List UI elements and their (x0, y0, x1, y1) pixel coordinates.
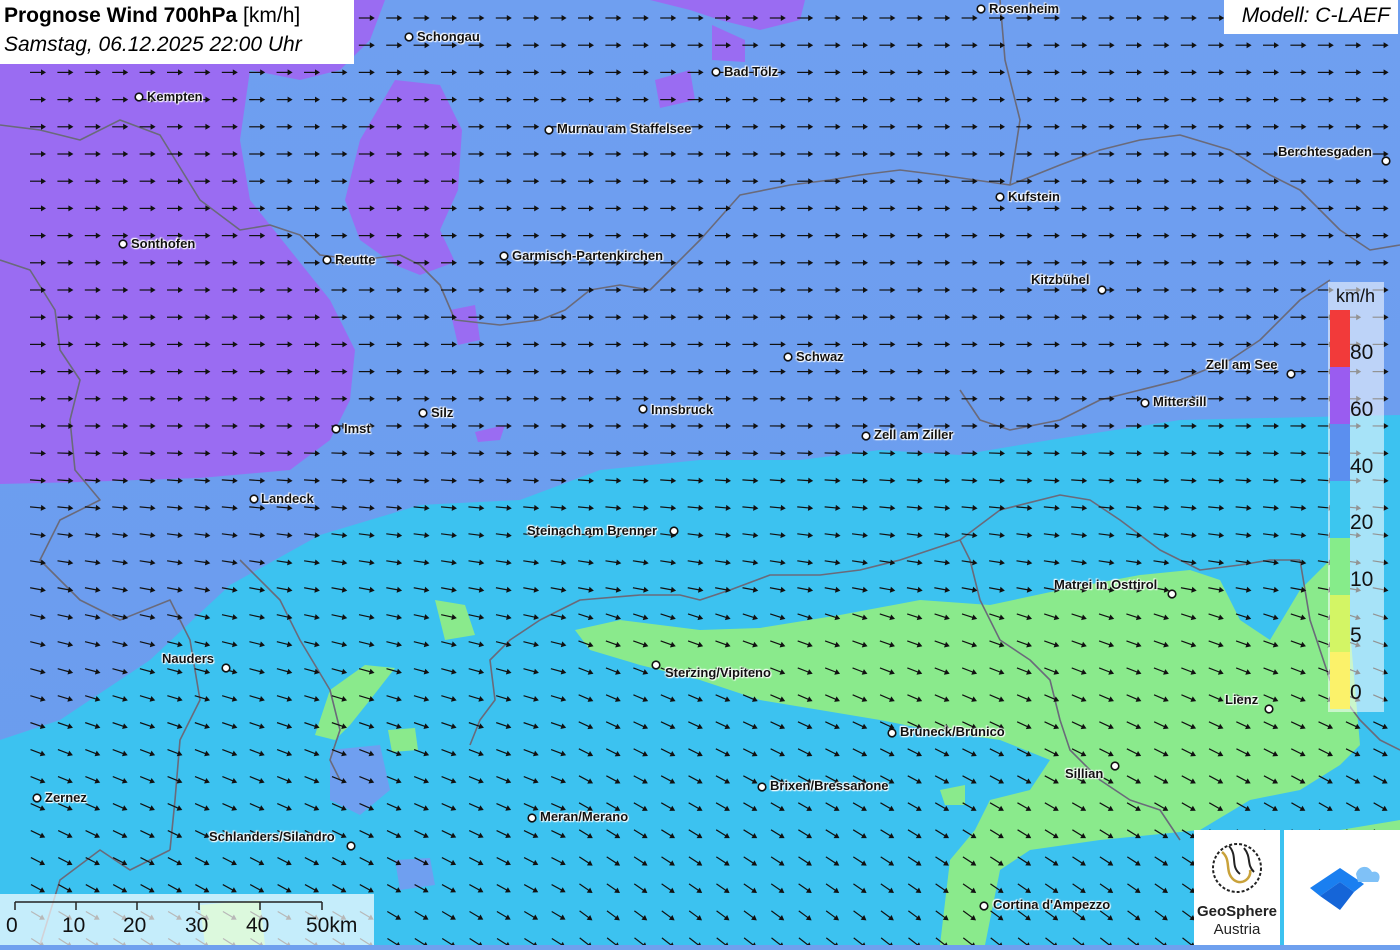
scale-label: 50km (306, 914, 357, 938)
weather-app-logo[interactable] (1284, 830, 1400, 945)
city-marker[interactable] (419, 409, 427, 417)
model-label: Modell: C-LAEF (1242, 4, 1390, 28)
legend-color-bar (1330, 310, 1350, 709)
legend-tick-label: 60 (1350, 398, 1373, 422)
city-marker[interactable] (888, 729, 896, 737)
legend-tick-label: 20 (1350, 511, 1373, 535)
city-marker[interactable] (405, 33, 413, 41)
geosphere-logo[interactable]: GeoSphere Austria (1194, 830, 1280, 945)
city-marker[interactable] (1141, 399, 1149, 407)
legend-swatch (1330, 652, 1350, 709)
scale-label: 0 (6, 914, 18, 938)
geosphere-emblem-icon (1194, 830, 1280, 900)
scale-bar: 0 10 20 30 40 50km (0, 894, 374, 945)
city-marker[interactable] (784, 353, 792, 361)
city-marker[interactable] (1287, 370, 1295, 378)
city-marker[interactable] (980, 902, 988, 910)
city-marker[interactable] (639, 405, 647, 413)
scale-label: 10 (62, 914, 85, 938)
title-box: Prognose Wind 700hPa [km/h] Samstag, 06.… (0, 0, 354, 64)
city-marker[interactable] (996, 193, 1004, 201)
scale-label: 40 (246, 914, 269, 938)
city-marker[interactable] (652, 661, 660, 669)
legend-swatch (1330, 367, 1350, 424)
legend-swatch (1330, 424, 1350, 481)
legend-tick-label: 10 (1350, 568, 1373, 592)
model-box: Modell: C-LAEF (1224, 0, 1398, 34)
geosphere-name: GeoSphere (1194, 903, 1280, 920)
legend-swatch (1330, 538, 1350, 595)
city-marker[interactable] (1265, 705, 1273, 713)
city-marker[interactable] (323, 256, 331, 264)
scale-label: 30 (185, 914, 208, 938)
city-marker[interactable] (528, 814, 536, 822)
city-marker[interactable] (119, 240, 127, 248)
legend-tick-label: 40 (1350, 455, 1373, 479)
city-marker[interactable] (135, 93, 143, 101)
city-marker[interactable] (1098, 286, 1106, 294)
legend-unit: km/h (1336, 286, 1375, 307)
city-marker[interactable] (222, 664, 230, 672)
city-marker[interactable] (1382, 157, 1390, 165)
map-title-text: Prognose Wind 700hPa (4, 4, 237, 27)
wind-map[interactable] (0, 0, 1400, 945)
city-marker[interactable] (862, 432, 870, 440)
city-marker[interactable] (500, 252, 508, 260)
legend-tick-label: 5 (1350, 624, 1362, 648)
legend-swatch (1330, 310, 1350, 367)
cloud-arrow-icon (1284, 830, 1400, 945)
wind-zone-10-patch3 (388, 728, 418, 752)
geosphere-country: Austria (1194, 921, 1280, 938)
city-marker[interactable] (347, 842, 355, 850)
city-marker[interactable] (712, 68, 720, 76)
city-marker[interactable] (1168, 590, 1176, 598)
city-marker[interactable] (545, 126, 553, 134)
legend-tick-label: 0 (1350, 681, 1362, 705)
legend-tick-label: 80 (1350, 341, 1373, 365)
legend-swatch (1330, 481, 1350, 538)
city-marker[interactable] (1111, 762, 1119, 770)
legend-swatch (1330, 595, 1350, 652)
city-marker[interactable] (758, 783, 766, 791)
city-marker[interactable] (33, 794, 41, 802)
city-marker[interactable] (332, 425, 340, 433)
forecast-datetime: Samstag, 06.12.2025 22:00 Uhr (4, 33, 302, 57)
map-title-unit: [km/h] (243, 4, 300, 27)
city-marker[interactable] (977, 5, 985, 13)
scale-label: 20 (123, 914, 146, 938)
map-title: Prognose Wind 700hPa [km/h] (4, 4, 300, 28)
city-marker[interactable] (250, 495, 258, 503)
city-marker[interactable] (670, 527, 678, 535)
